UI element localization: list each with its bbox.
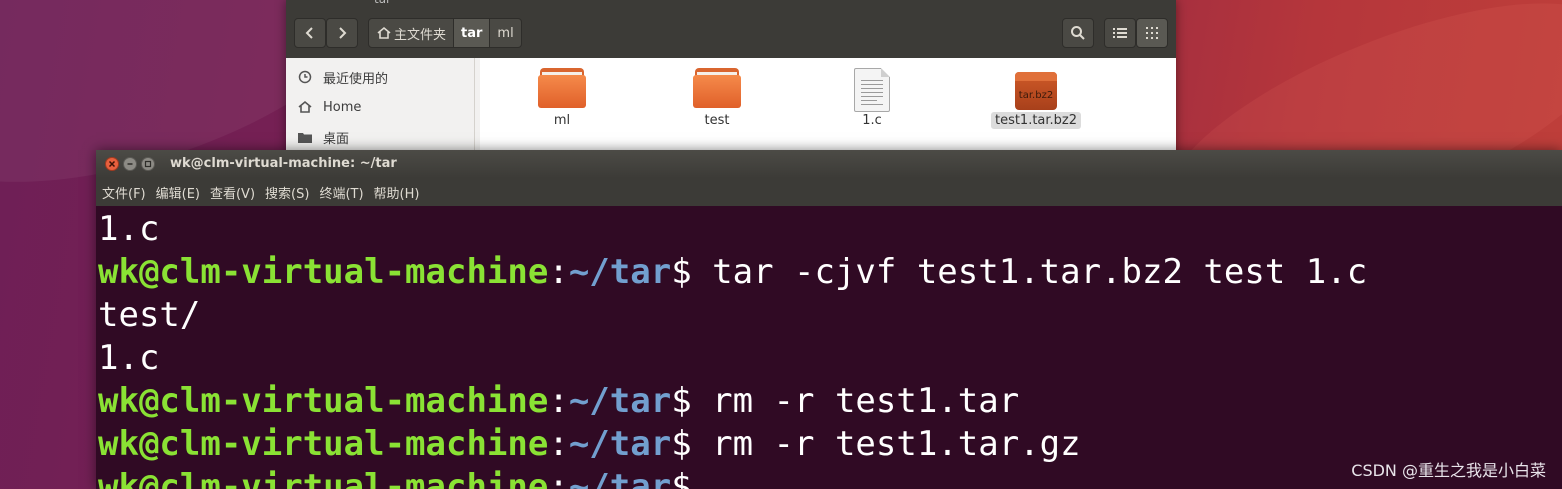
- maximize-icon: [144, 160, 152, 168]
- terminal-line-prompt: wk@clm-virtual-machine:~/tar$ rm -r test…: [98, 380, 1562, 423]
- file-view: ml test 1.c tar.bz2 test1.tar.bz2: [480, 58, 1176, 160]
- menu-search[interactable]: 搜索(S): [265, 183, 309, 202]
- prompt-user: wk@clm-virtual-machine: [98, 424, 549, 464]
- command-text: rm -r test1.tar: [691, 381, 1020, 421]
- menu-help[interactable]: 帮助(H): [374, 183, 420, 202]
- close-button[interactable]: [105, 157, 119, 171]
- folder-icon: [693, 68, 741, 108]
- text-file-icon: [854, 68, 890, 112]
- terminal-line-prompt: wk@clm-virtual-machine:~/tar$ tar -cjvf …: [98, 251, 1562, 294]
- file-manager-headerbar: 主文件夹 tar ml: [286, 6, 1176, 58]
- sidebar-item-desktop[interactable]: 桌面: [296, 125, 349, 149]
- command-text: tar -cjvf test1.tar.bz2 test 1.c: [691, 252, 1368, 292]
- chevron-left-icon: [305, 27, 313, 39]
- home-icon: [377, 26, 391, 39]
- search-button[interactable]: [1062, 18, 1094, 48]
- prompt-user: wk@clm-virtual-machine: [98, 381, 549, 421]
- file-name: test: [704, 113, 730, 128]
- prompt-separator: :: [548, 424, 569, 464]
- home-icon: [296, 100, 314, 114]
- forward-button[interactable]: [326, 18, 358, 48]
- sidebar-item-label: 最近使用的: [323, 71, 389, 87]
- close-icon: [108, 160, 116, 168]
- csdn-watermark: CSDN @重生之我是小白菜: [1351, 461, 1546, 480]
- file-name: test1.tar.bz2: [990, 112, 1082, 129]
- breadcrumb-ml-label: ml: [497, 25, 514, 41]
- prompt-path: ~/tar: [568, 381, 672, 421]
- prompt-user: wk@clm-virtual-machine: [98, 252, 549, 292]
- terminal-line-output: 1.c: [98, 208, 1562, 251]
- terminal-window: wk@clm-virtual-machine: ~/tar 文件(F) 编辑(E…: [96, 150, 1562, 489]
- output-text: 1.c: [98, 209, 160, 249]
- list-view-icon: [1113, 28, 1127, 38]
- menu-terminal[interactable]: 终端(T): [319, 183, 363, 202]
- grid-view-button[interactable]: [1136, 18, 1168, 48]
- maximize-button[interactable]: [141, 157, 155, 171]
- terminal-line-output: test/: [98, 294, 1562, 337]
- minimize-button[interactable]: [123, 157, 137, 171]
- terminal-menubar: 文件(F) 编辑(E) 查看(V) 搜索(S) 终端(T) 帮助(H): [96, 178, 1562, 206]
- back-button[interactable]: [294, 18, 326, 48]
- command-text: rm -r test1.tar.gz: [691, 424, 1081, 464]
- terminal-title: wk@clm-virtual-machine: ~/tar: [170, 156, 397, 171]
- list-view-button[interactable]: [1104, 18, 1136, 48]
- search-icon: [1071, 26, 1085, 40]
- file-item-1c[interactable]: 1.c: [817, 68, 927, 129]
- menu-view[interactable]: 查看(V): [210, 183, 255, 202]
- file-name: 1.c: [862, 113, 882, 128]
- breadcrumb-home-label: 主文件夹: [394, 27, 447, 43]
- desktop-folder-icon: [296, 130, 314, 144]
- chevron-right-icon: [339, 27, 347, 39]
- breadcrumb-home[interactable]: 主文件夹: [369, 19, 455, 47]
- sidebar-item-label: Home: [323, 99, 362, 115]
- breadcrumb: 主文件夹 tar ml: [368, 18, 522, 48]
- clock-icon: [296, 70, 314, 84]
- breadcrumb-tar-label: tar: [461, 25, 483, 41]
- file-name: ml: [553, 113, 571, 128]
- grid-view-icon: [1146, 27, 1158, 39]
- menu-edit[interactable]: 编辑(E): [156, 183, 200, 202]
- file-item-test1-tar-bz2[interactable]: tar.bz2 test1.tar.bz2: [971, 68, 1101, 129]
- file-item-ml[interactable]: ml: [507, 68, 617, 129]
- prompt-dollar: $: [671, 252, 692, 292]
- prompt-dollar: $: [671, 381, 692, 421]
- terminal-titlebar[interactable]: wk@clm-virtual-machine: ~/tar: [96, 150, 1562, 178]
- sidebar-item-label: 桌面: [323, 131, 350, 147]
- file-manager-window: tar 主文件夹 tar ml: [286, 0, 1176, 160]
- sidebar-item-recent[interactable]: 最近使用的: [296, 65, 388, 89]
- output-text: 1.c: [98, 338, 160, 378]
- prompt-dollar: $: [671, 467, 692, 489]
- prompt-path: ~/tar: [568, 424, 672, 464]
- archive-icon: tar.bz2: [1015, 72, 1057, 110]
- minimize-icon: [127, 163, 133, 165]
- breadcrumb-ml[interactable]: ml: [490, 19, 520, 47]
- archive-icon-label: tar.bz2: [1018, 90, 1054, 101]
- terminal-line-prompt: wk@clm-virtual-machine:~/tar$: [98, 466, 1562, 489]
- terminal-line-output: 1.c: [98, 337, 1562, 380]
- terminal-output[interactable]: 1.c wk@clm-virtual-machine:~/tar$ tar -c…: [96, 208, 1562, 489]
- sidebar-item-home[interactable]: Home: [296, 95, 361, 119]
- terminal-line-prompt: wk@clm-virtual-machine:~/tar$ rm -r test…: [98, 423, 1562, 466]
- prompt-dollar: $: [671, 424, 692, 464]
- output-text: test/: [98, 295, 201, 335]
- prompt-user: wk@clm-virtual-machine: [98, 467, 549, 489]
- file-item-test[interactable]: test: [662, 68, 772, 129]
- prompt-path: ~/tar: [568, 252, 672, 292]
- menu-file[interactable]: 文件(F): [102, 183, 146, 202]
- breadcrumb-tar[interactable]: tar: [454, 19, 491, 47]
- folder-icon: [538, 68, 586, 108]
- prompt-separator: :: [548, 467, 569, 489]
- prompt-separator: :: [548, 381, 569, 421]
- file-manager-sidebar: 最近使用的 Home 桌面: [286, 58, 475, 160]
- prompt-separator: :: [548, 252, 569, 292]
- prompt-path: ~/tar: [568, 467, 672, 489]
